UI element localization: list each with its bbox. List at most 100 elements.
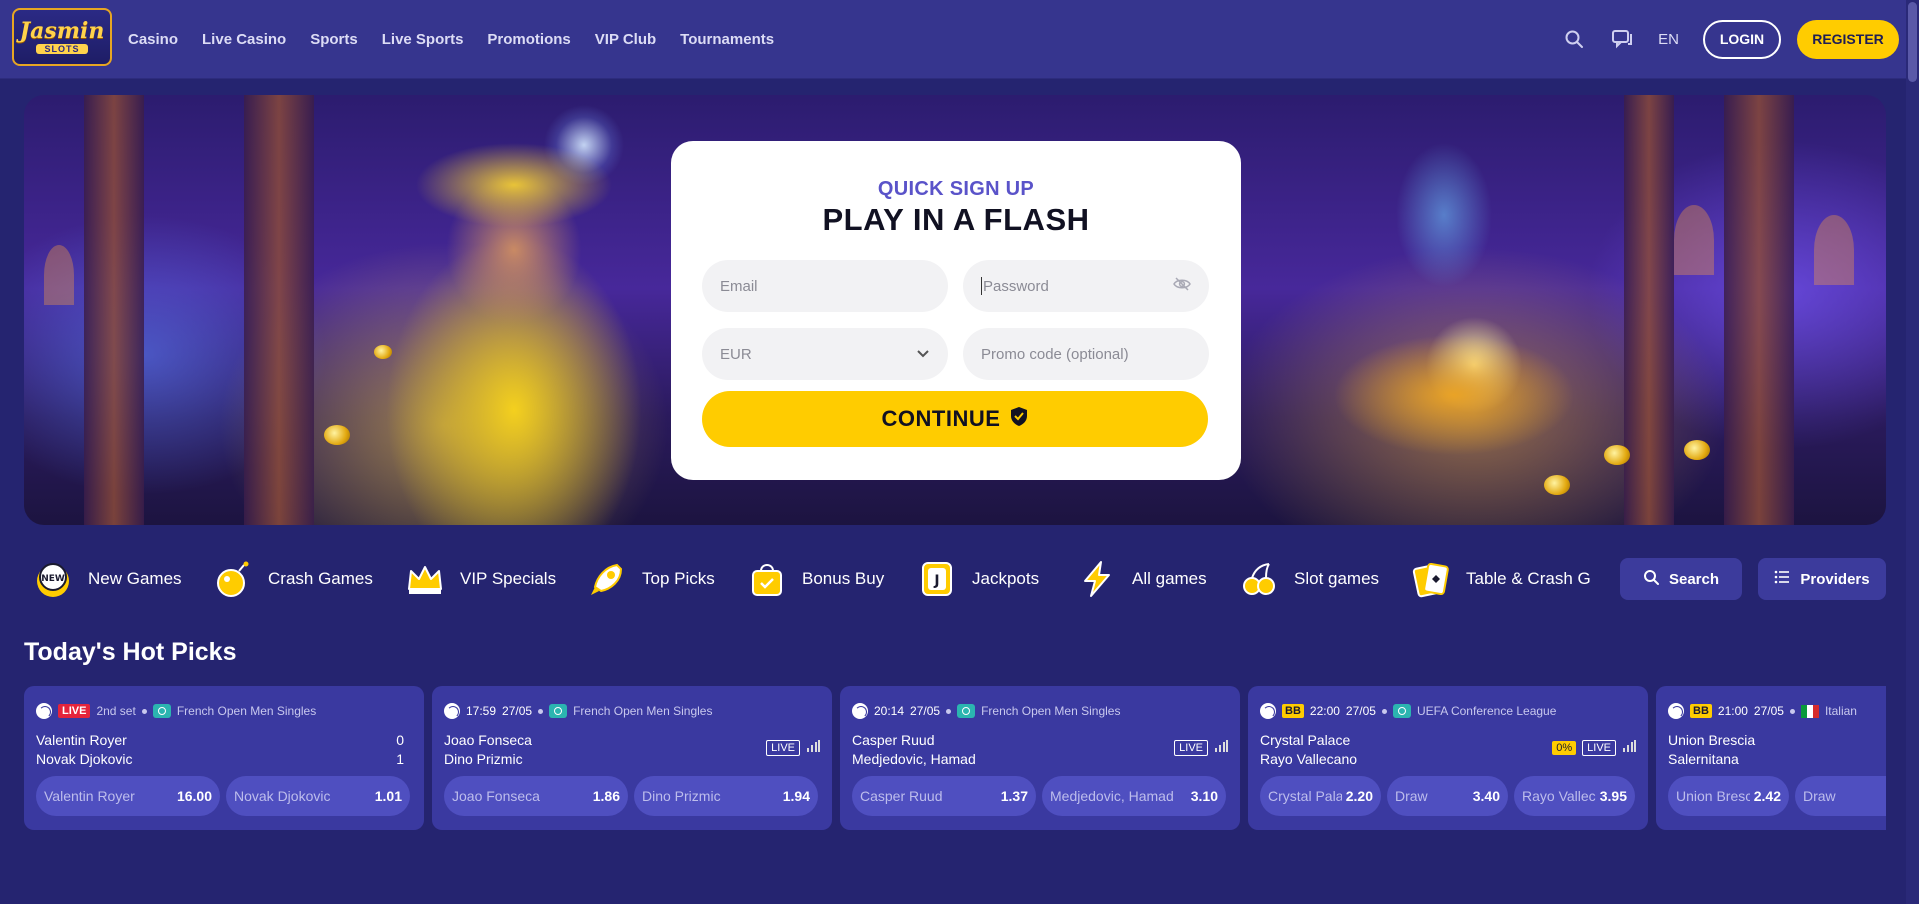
category-table-crash[interactable]: Table & Crash G	[1410, 555, 1590, 603]
match-card[interactable]: BB 22:00 27/05 UEFA Conference League Cr…	[1248, 686, 1648, 830]
providers-button[interactable]: Providers	[1758, 558, 1886, 600]
match-tags: 0% LIVE	[1552, 739, 1636, 757]
odds-button[interactable]: Valentin Royer 16.00	[36, 776, 220, 816]
search-icon	[1643, 569, 1659, 589]
top-header: Jasmin SLOTS Casino Live Casino Sports L…	[0, 0, 1919, 79]
nav-sports[interactable]: Sports	[310, 31, 358, 48]
nav-tournaments[interactable]: Tournaments	[680, 31, 774, 48]
nav-vip-club[interactable]: VIP Club	[595, 31, 656, 48]
nav-promotions[interactable]: Promotions	[487, 31, 570, 48]
competition-icon	[957, 704, 976, 718]
hero-window	[1814, 215, 1854, 285]
site-logo[interactable]: Jasmin SLOTS	[12, 8, 112, 66]
nav-live-sports[interactable]: Live Sports	[382, 31, 464, 48]
odds-selection: Rayo Vallecano	[1522, 788, 1596, 804]
separator-dot	[946, 708, 952, 714]
chevron-down-icon	[916, 346, 930, 363]
odds-button[interactable]: Medjedovic, Hamad 3.10	[1042, 776, 1226, 816]
page-scrollbar[interactable]	[1906, 0, 1919, 904]
quick-signup-card: QUICK SIGN UP PLAY IN A FLASH Email Pass…	[671, 141, 1241, 480]
football-icon	[1668, 703, 1684, 719]
promo-placeholder: Promo code (optional)	[981, 345, 1129, 363]
scrollbar-thumb[interactable]	[1908, 2, 1917, 82]
nav-casino[interactable]: Casino	[128, 31, 178, 48]
category-jackpots[interactable]: J Jackpots	[916, 555, 1039, 603]
category-new-games[interactable]: NEW New Games	[32, 555, 182, 603]
category-bonus-buy[interactable]: Bonus Buy	[746, 555, 884, 603]
odds-button[interactable]: Union Brescia 2.42	[1668, 776, 1789, 816]
odds-selection: Crystal Palace	[1268, 788, 1342, 804]
category-slot-games[interactable]: Slot games	[1238, 555, 1379, 603]
match-card[interactable]: 20:14 27/05 French Open Men Singles Casp…	[840, 686, 1240, 830]
odds-row: Joao Fonseca 1.86 Dino Prizmic 1.94	[444, 776, 818, 816]
bomb-icon	[212, 558, 254, 600]
odds-button[interactable]: Joao Fonseca 1.86	[444, 776, 628, 816]
login-button[interactable]: LOGIN	[1703, 19, 1781, 59]
odds-button[interactable]: Draw 3.40	[1387, 776, 1508, 816]
crown-icon	[404, 558, 446, 600]
category-label: Jackpots	[972, 569, 1040, 588]
match-time: 17:59	[466, 704, 497, 718]
stats-icon[interactable]	[1622, 739, 1636, 757]
stats-icon[interactable]	[806, 739, 820, 757]
match-header: 20:14 27/05 French Open Men Singles	[852, 702, 1120, 720]
register-button[interactable]: REGISTER	[1797, 19, 1899, 59]
nav-live-casino[interactable]: Live Casino	[202, 31, 286, 48]
odds-selection: Medjedovic, Hamad	[1050, 788, 1174, 804]
competition-icon	[1392, 704, 1411, 718]
separator-dot	[141, 708, 147, 714]
shopping-bag-icon	[746, 558, 788, 600]
stats-icon[interactable]	[1214, 739, 1228, 757]
match-time: 22:00	[1309, 704, 1340, 718]
odds-button[interactable]: Rayo Vallecano 3.95	[1514, 776, 1635, 816]
match-date: 27/05	[1753, 704, 1784, 718]
category-label: All games	[1132, 569, 1207, 588]
category-all-games[interactable]: All games	[1076, 555, 1207, 603]
jackpot-card-icon: J	[916, 558, 958, 600]
odds-value: 1.94	[782, 788, 810, 804]
email-field[interactable]: Email	[702, 260, 948, 312]
odds-button[interactable]: Draw 3	[1795, 776, 1886, 816]
tennis-ball-icon	[444, 703, 460, 719]
providers-button-label: Providers	[1800, 570, 1870, 588]
odds-button[interactable]: Dino Prizmic 1.94	[634, 776, 818, 816]
competition-name: French Open Men Singles	[981, 704, 1121, 718]
currency-select[interactable]: EUR	[702, 328, 948, 380]
hero-pillar	[1624, 95, 1674, 525]
continue-button[interactable]: CONTINUE	[702, 391, 1208, 447]
team-away: Medjedovic, Hamad	[852, 751, 976, 767]
category-crash-games[interactable]: Crash Games	[212, 555, 373, 603]
competition-name: French Open Men Singles	[176, 704, 317, 718]
hero-pillar	[1724, 95, 1794, 525]
odds-value: 3.10	[1190, 788, 1218, 804]
currency-value: EUR	[720, 345, 752, 363]
category-vip-specials[interactable]: VIP Specials	[404, 555, 556, 603]
bet-builder-badge: BB	[1690, 704, 1712, 718]
language-selector[interactable]: EN	[1658, 31, 1679, 48]
search-icon[interactable]	[1562, 27, 1586, 51]
match-date: 27/05	[910, 704, 941, 718]
odds-button[interactable]: Novak Djokovic 1.01	[226, 776, 410, 816]
match-time: 20:14	[874, 704, 905, 718]
match-card[interactable]: BB 21:00 27/05 Italian Union Brescia Sal…	[1656, 686, 1886, 830]
promo-code-field[interactable]: Promo code (optional)	[963, 328, 1209, 380]
chat-icon[interactable]	[1610, 27, 1634, 51]
odds-button[interactable]: Crystal Palace 2.20	[1260, 776, 1381, 816]
hero-coin	[374, 345, 392, 359]
hero-window	[1674, 205, 1714, 275]
game-search-button[interactable]: Search	[1620, 558, 1742, 600]
match-card[interactable]: 17:59 27/05 French Open Men Singles Joao…	[432, 686, 832, 830]
eye-off-icon[interactable]	[1173, 277, 1191, 295]
hero-coin	[1544, 475, 1570, 495]
odds-button[interactable]: Casper Ruud 1.37	[852, 776, 1036, 816]
odds-value: 3.40	[1472, 788, 1500, 804]
password-field[interactable]: Password	[963, 260, 1209, 312]
category-label: Top Picks	[642, 569, 715, 588]
match-card[interactable]: LIVE 2nd set French Open Men Singles Val…	[24, 686, 424, 830]
team-away: Salernitana	[1668, 751, 1739, 767]
category-top-picks[interactable]: Top Picks	[586, 555, 715, 603]
hero-pillar	[244, 95, 314, 525]
odds-row: Casper Ruud 1.37 Medjedovic, Hamad 3.10	[852, 776, 1226, 816]
svg-text:J: J	[933, 573, 939, 589]
competition-icon	[549, 704, 568, 718]
